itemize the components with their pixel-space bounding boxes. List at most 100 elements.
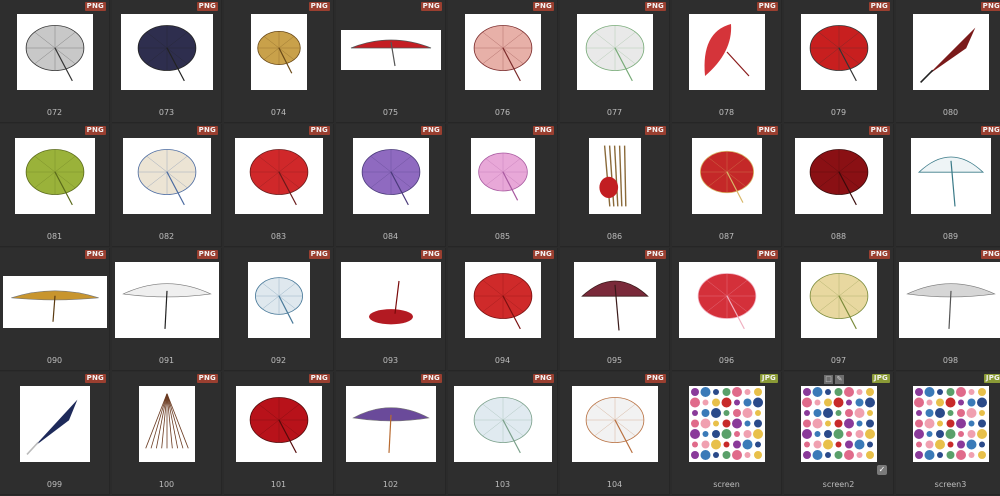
umbrella-red-low-icon — [340, 262, 441, 338]
thumbnail-item-083[interactable]: PNG 083 — [224, 124, 334, 247]
thumbnail-item-screen3[interactable]: JPG screen3 — [896, 372, 1000, 495]
file-type-badge: PNG — [644, 250, 666, 259]
umbrella-navy-open-icon — [120, 14, 213, 90]
thumbnail-label: 098 — [942, 356, 959, 365]
thumbnail-item-089[interactable]: PNG 089 — [896, 124, 1000, 247]
umbrella-blue-side-icon — [910, 138, 991, 214]
thumbnail-item-095[interactable]: PNG 095 — [560, 248, 670, 371]
thumbnail-label: 073 — [158, 108, 175, 117]
thumbnail-item-073[interactable]: PNG 073 — [112, 0, 222, 123]
thumbnail-label: 101 — [270, 480, 287, 489]
thumbnail-item-085[interactable]: PNG 085 — [448, 124, 558, 247]
umbrella-white-striped-icon — [576, 14, 653, 90]
umbrella-beige-floral-icon — [800, 262, 877, 338]
thumbnail-item-093[interactable]: PNG 093 — [336, 248, 446, 371]
thumbnail-label: 088 — [830, 232, 847, 241]
thumbnail-item-081[interactable]: PNG 081 — [0, 124, 110, 247]
thumbnail-item-087[interactable]: PNG 087 — [672, 124, 782, 247]
thumbnail-item-101[interactable]: PNG 101 — [224, 372, 334, 495]
thumbnail-label: 091 — [158, 356, 175, 365]
file-type-badge: PNG — [532, 126, 554, 135]
umbrella-striped-large-icon — [453, 386, 552, 462]
thumbnail-item-088[interactable]: PNG 088 — [784, 124, 894, 247]
thumbnail-item-080[interactable]: PNG 080 — [896, 0, 1000, 123]
thumbnail-label: 100 — [158, 480, 175, 489]
thumbnail-label: 075 — [382, 108, 399, 117]
thumbnail-item-082[interactable]: PNG 082 — [112, 124, 222, 247]
file-type-badge: PNG — [420, 126, 442, 135]
thumbnail-label: 090 — [46, 356, 63, 365]
umbrella-bundle-icon — [588, 138, 641, 214]
thumbnail-label: screen2 — [822, 480, 855, 489]
thumbnail-item-076[interactable]: PNG 076 — [448, 0, 558, 123]
thumbnail-label: 074 — [270, 108, 287, 117]
file-type-badge: PNG — [84, 2, 106, 11]
file-type-badge: JPG — [759, 374, 778, 383]
thumbnail-item-100[interactable]: PNG 100 — [112, 372, 222, 495]
umbrella-pink-open-icon — [464, 14, 541, 90]
thumbnail-item-090[interactable]: PNG 090 — [0, 248, 110, 371]
thumbnail-label: 081 — [46, 232, 63, 241]
thumbnail-item-086[interactable]: PNG 086 — [560, 124, 670, 247]
overlay-icons[interactable]: □ ✎ — [824, 374, 846, 384]
file-type-badge: PNG — [420, 250, 442, 259]
thumbnail-label: 095 — [606, 356, 623, 365]
umbrella-red-tilted-icon — [688, 14, 765, 90]
file-type-badge: PNG — [532, 2, 554, 11]
thumbnail-item-103[interactable]: PNG 103 — [448, 372, 558, 495]
file-type-badge: PNG — [868, 2, 890, 11]
file-type-badge: PNG — [532, 374, 554, 383]
thumbnail-item-079[interactable]: PNG 079 — [784, 0, 894, 123]
file-type-badge: PNG — [196, 2, 218, 11]
file-type-badge: PNG — [196, 250, 218, 259]
select-checkbox[interactable]: ✓ — [877, 465, 887, 475]
thumbnail-item-screen2[interactable]: JPG screen2 □ ✎ ✓ — [784, 372, 894, 495]
thumbnail-item-092[interactable]: PNG 092 — [224, 248, 334, 371]
thumbnail-item-097[interactable]: PNG 097 — [784, 248, 894, 371]
file-type-badge: PNG — [868, 250, 890, 259]
umbrella-red-side-icon — [340, 30, 441, 70]
thumbnail-label: 099 — [46, 480, 63, 489]
umbrella-red-small-icon — [800, 14, 877, 90]
thumbnail-item-104[interactable]: PNG 104 — [560, 372, 670, 495]
umbrella-blue-smoke-icon — [247, 262, 310, 338]
thumbnail-item-075[interactable]: PNG 075 — [336, 0, 446, 123]
umbrella-red-tiny-icon — [235, 386, 322, 462]
thumbnail-item-078[interactable]: PNG 078 — [672, 0, 782, 123]
umbrella-ochre-flat-icon — [2, 276, 107, 328]
file-type-badge: PNG — [756, 250, 778, 259]
thumbnail-item-096[interactable]: PNG 096 — [672, 248, 782, 371]
thumbnail-item-094[interactable]: PNG 094 — [448, 248, 558, 371]
umbrella-dark-red-large-icon — [794, 138, 883, 214]
thumbnail-item-099[interactable]: PNG 099 — [0, 372, 110, 495]
file-type-badge: PNG — [980, 126, 1000, 135]
thumbnail-item-074[interactable]: PNG 074 — [224, 0, 334, 123]
umbrella-gray-open-icon — [16, 14, 93, 90]
thumbnail-label: 080 — [942, 108, 959, 117]
thumbnail-item-091[interactable]: PNG 091 — [112, 248, 222, 371]
collage-red-icon — [688, 386, 765, 462]
collage-blue-icon — [800, 386, 877, 462]
umbrella-red-ribbed-icon — [464, 262, 541, 338]
thumbnail-label: 077 — [606, 108, 623, 117]
thumbnail-label: 087 — [718, 232, 735, 241]
thumbnail-item-084[interactable]: PNG 084 — [336, 124, 446, 247]
file-type-badge: PNG — [308, 126, 330, 135]
collage-mixed-icon — [912, 386, 989, 462]
file-type-badge: PNG — [84, 126, 106, 135]
thumbnail-label: 102 — [382, 480, 399, 489]
thumbnail-item-screen[interactable]: JPG screen — [672, 372, 782, 495]
umbrella-purple-flat-icon — [345, 386, 436, 462]
thumbnail-item-077[interactable]: PNG 077 — [560, 0, 670, 123]
file-type-badge: PNG — [980, 250, 1000, 259]
thumbnail-label: 083 — [270, 232, 287, 241]
thumbnail-grid: PNG 072 PNG 073 PNG 074 PNG 075 PNG 076 PNG 077 PNG 0… — [0, 0, 1000, 496]
edit-icon[interactable]: ✎ — [835, 375, 844, 384]
thumbnail-item-102[interactable]: PNG 102 — [336, 372, 446, 495]
frame-icon[interactable]: □ — [824, 375, 833, 384]
thumbnail-label: 103 — [494, 480, 511, 489]
umbrella-maroon-side-icon — [573, 262, 656, 338]
file-type-badge: PNG — [308, 250, 330, 259]
thumbnail-item-098[interactable]: PNG 098 — [896, 248, 1000, 371]
thumbnail-item-072[interactable]: PNG 072 — [0, 0, 110, 123]
